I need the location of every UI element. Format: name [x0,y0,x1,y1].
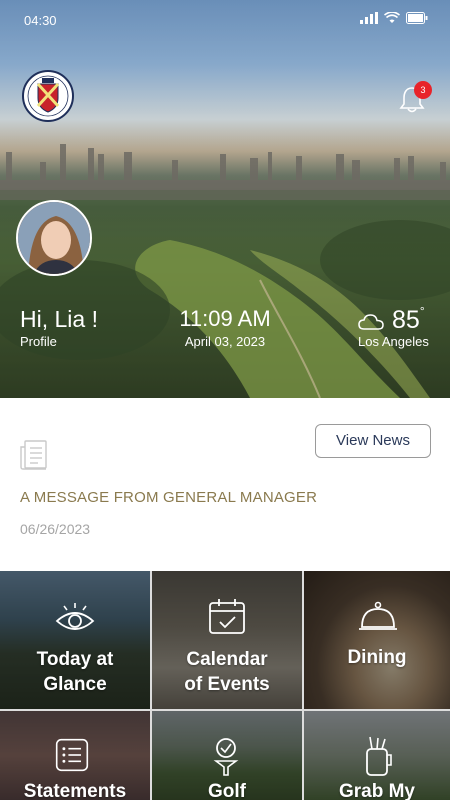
golf-bag-icon [366,736,392,776]
notification-badge: 3 [414,81,432,99]
status-bar: 04:30 [0,0,450,40]
tile-grab-my[interactable]: Grab My [304,711,450,800]
tile-calendar-of-events[interactable]: Calendar of Events [152,571,302,709]
tile-label: Golf [208,781,246,800]
temperature: 85° [392,303,425,334]
newspaper-icon [20,440,47,470]
cloud-icon [358,314,384,330]
greeting-block[interactable]: Hi, Lia ! Profile [20,306,98,349]
tile-today-at-glance[interactable]: Today at Glance [0,571,150,709]
signal-icon [360,12,378,24]
battery-icon [406,12,428,24]
tile-label: Today at Glance [36,649,114,695]
profile-avatar[interactable] [16,200,92,276]
greeting-text: Hi, Lia ! [20,306,98,332]
feature-tiles: Today at Glance Calendar of Events Dining [0,571,450,800]
status-time: 04:30 [24,13,57,28]
eye-icon [55,603,95,630]
calendar-icon [209,599,245,634]
profile-link[interactable]: Profile [20,334,98,349]
news-date: 06/26/2023 [20,521,91,537]
clock-block: 11:09 AM April 03, 2023 [176,306,274,349]
tile-label: Calendar of Events [184,649,270,695]
club-logo [22,70,74,122]
news-title[interactable]: A MESSAGE FROM GENERAL MANAGER [20,489,317,506]
tile-label: Statements [23,781,127,800]
current-date: April 03, 2023 [184,334,266,349]
golf-tee-icon [213,738,239,776]
cloche-icon [359,601,397,630]
tile-label: Dining [347,647,407,668]
hero-banner: 04:30 3 Hi, Lia ! Profile 11:09 AM April… [0,0,450,398]
status-icons [360,12,428,24]
tile-statements[interactable]: Statements [0,711,150,800]
wifi-icon [384,12,400,23]
tile-label: Grab My [338,781,416,800]
list-icon [55,738,89,772]
view-news-button[interactable]: View News [315,424,431,458]
weather-city: Los Angeles [358,334,429,349]
tile-dining[interactable]: Dining [304,571,450,709]
current-time: 11:09 AM [179,306,271,331]
news-section: View News A MESSAGE FROM GENERAL MANAGER… [0,398,450,571]
tile-golf[interactable]: Golf [152,711,302,800]
